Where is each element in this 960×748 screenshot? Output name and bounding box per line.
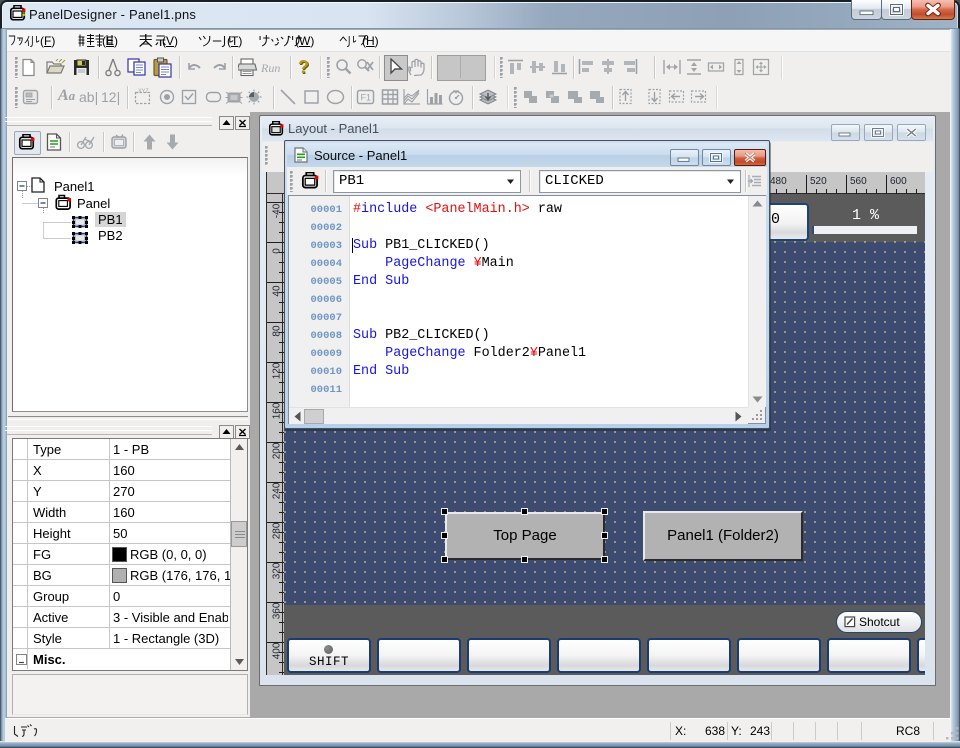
svg-text:360: 360 [272, 602, 283, 619]
svg-text:-40: -40 [272, 203, 283, 218]
svg-text:F1: F1 [361, 93, 372, 103]
svg-text:560: 560 [850, 176, 867, 187]
svg-text:400: 400 [272, 642, 283, 659]
svg-text:40: 40 [272, 285, 283, 297]
svg-text:XYZ: XYZ [138, 89, 149, 95]
svg-text:160: 160 [272, 402, 283, 419]
svg-text:200: 200 [272, 442, 283, 459]
svg-text:80: 80 [272, 325, 283, 337]
svg-text:520: 520 [810, 176, 827, 187]
svg-text:120: 120 [272, 362, 283, 379]
svg-text:280: 280 [272, 522, 283, 539]
svg-text:320: 320 [272, 562, 283, 579]
svg-text:600: 600 [890, 176, 907, 187]
svg-text:240: 240 [272, 482, 283, 499]
svg-text:480: 480 [770, 176, 787, 187]
